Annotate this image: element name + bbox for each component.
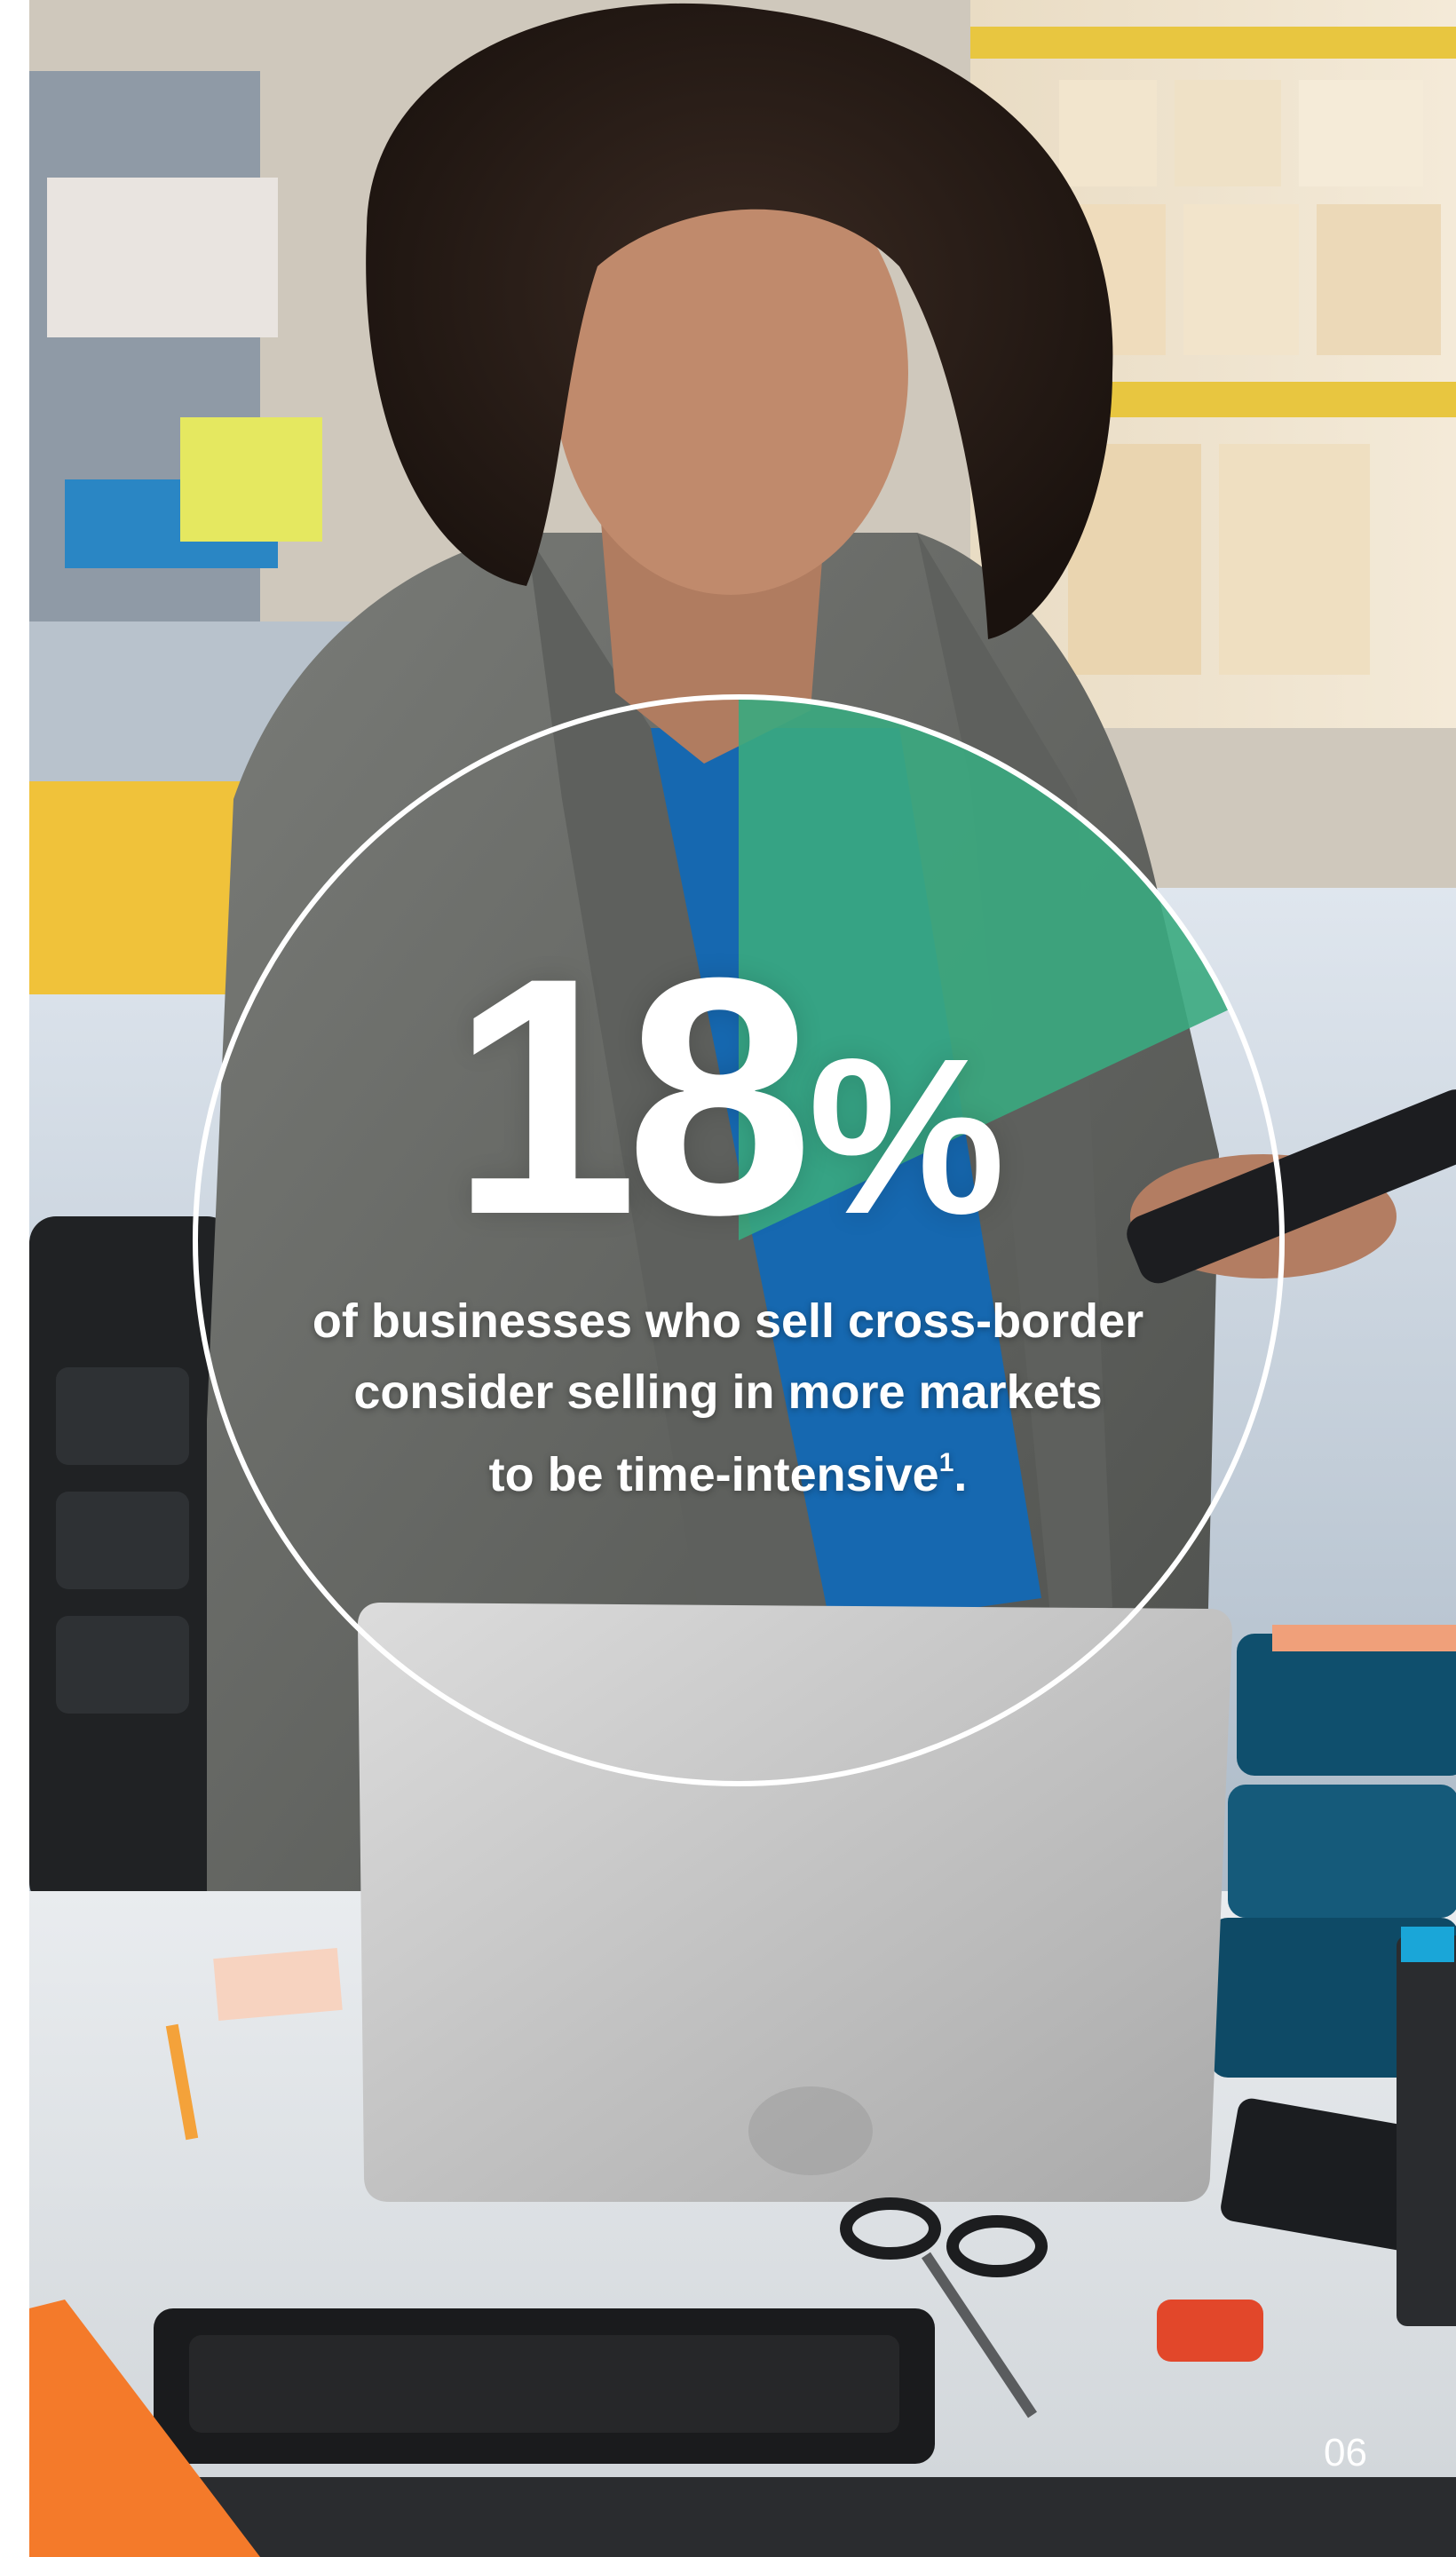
stat-digits: 18 <box>450 907 814 1285</box>
stat-percent-sign: % <box>808 1012 1006 1260</box>
page-number: 06 <box>1324 2431 1367 2474</box>
stat-caption: of businesses who sell cross-border cons… <box>0 1286 1456 1510</box>
report-page: 18% of businesses who sell cross-border … <box>0 0 1456 2557</box>
footnote-marker: 1 <box>938 1448 954 1477</box>
caption-line-2: consider selling in more markets <box>353 1366 1103 1419</box>
caption-period: . <box>954 1448 968 1501</box>
caption-line-3-text: to be time-intensive <box>488 1448 939 1501</box>
caption-line-1: of businesses who sell cross-border <box>312 1294 1144 1348</box>
caption-line-3: to be time-intensive1. <box>0 1428 1456 1510</box>
stat-headline: 18% <box>0 928 1456 1265</box>
stat-value: 18% <box>451 928 1006 1265</box>
